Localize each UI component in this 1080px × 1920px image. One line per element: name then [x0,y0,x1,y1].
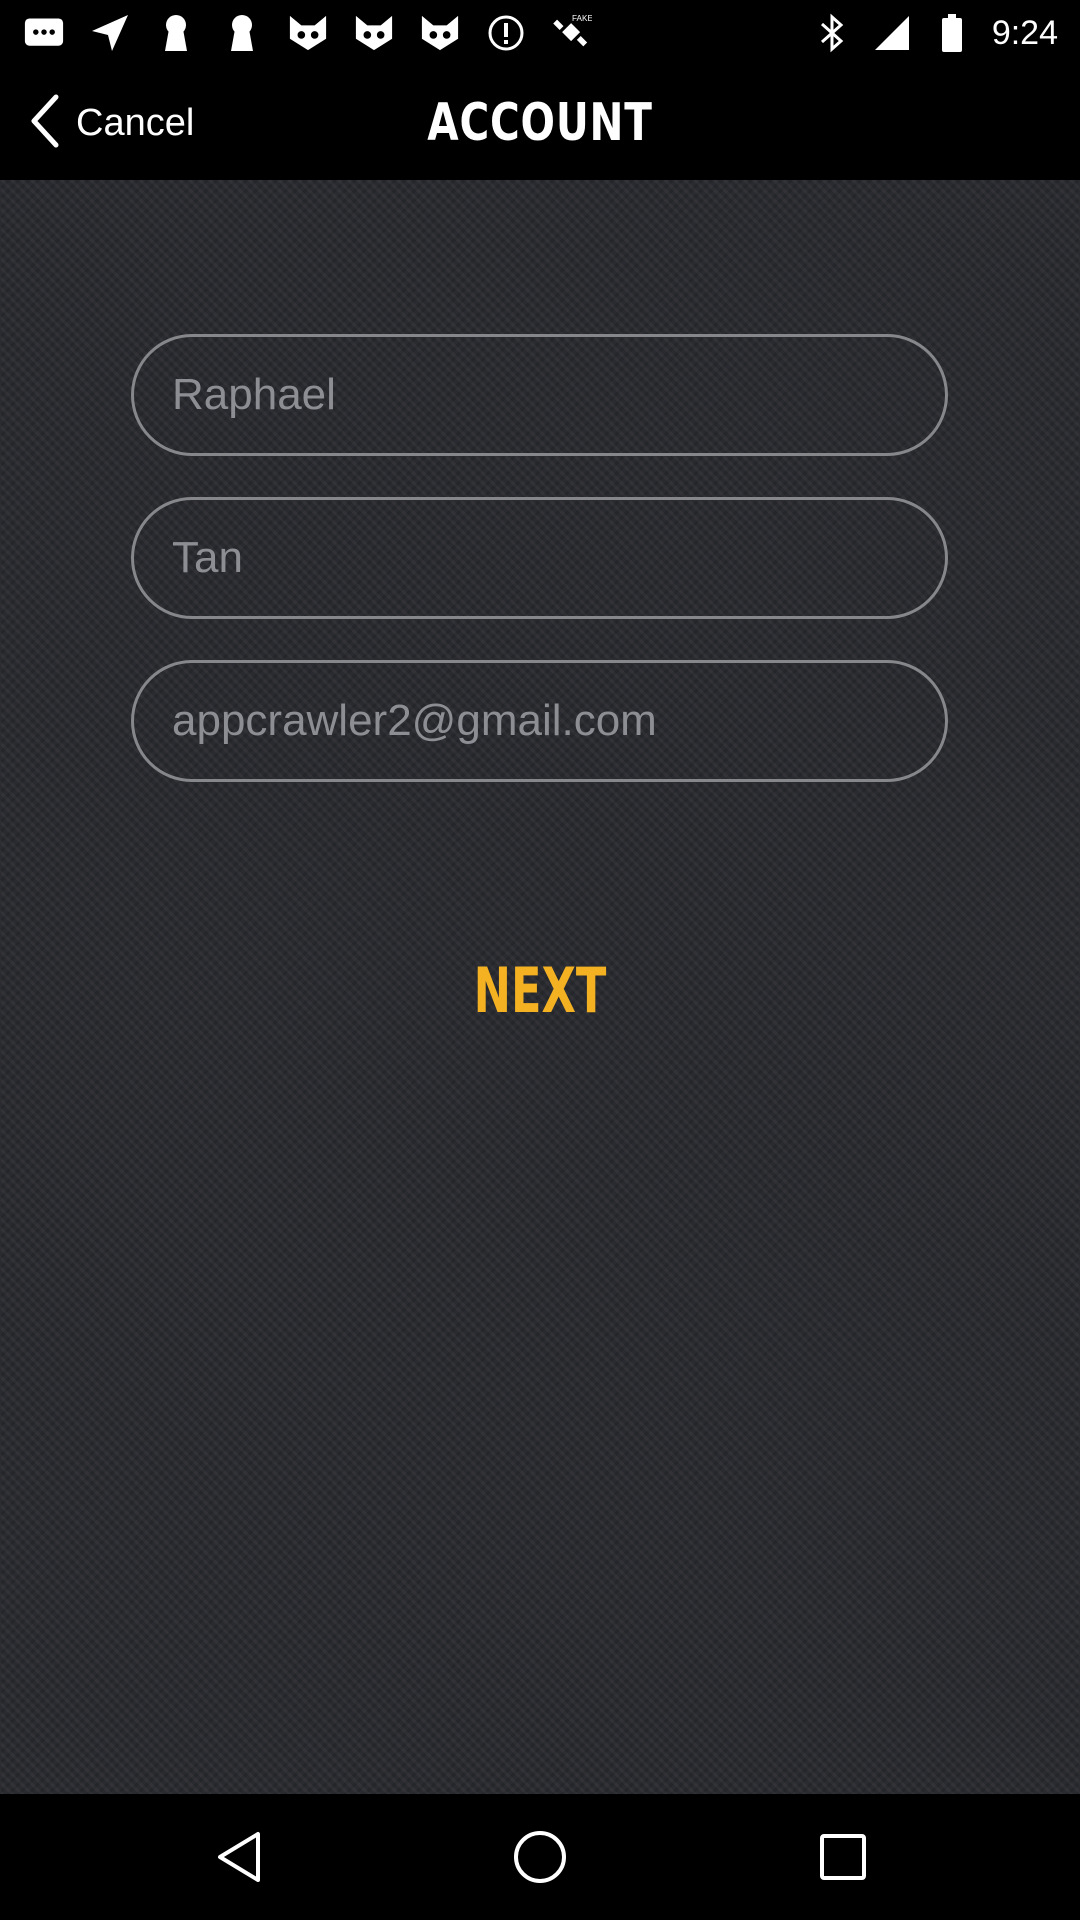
info-circle-icon [486,13,526,53]
navigation-bar [0,1794,1080,1920]
keyhole-icon [156,13,196,53]
next-button[interactable]: NEXT [151,940,929,1040]
cat-face-icon [420,13,460,53]
navigation-icon [90,13,130,53]
chevron-left-icon [28,93,62,154]
status-bar: FAKE 9:24 [0,0,1080,66]
svg-text:FAKE: FAKE [572,14,592,23]
last-name-field[interactable]: Tan [131,497,948,619]
signal-icon [872,13,912,53]
app-header: Cancel ACCOUNT [0,66,1080,180]
satellite-icon: FAKE [552,13,592,53]
email-field[interactable]: appcrawler2@gmail.com [131,660,948,782]
last-name-value: Tan [172,533,243,582]
cat-face-icon [288,13,328,53]
home-circle-icon[interactable] [510,1827,570,1887]
bluetooth-icon [812,13,852,53]
cat-face-icon [354,13,394,53]
recents-square-icon[interactable] [813,1827,873,1887]
status-clock: 9:24 [991,13,1058,52]
battery-icon [932,13,972,53]
keyhole-icon [222,13,262,53]
account-form: Raphael Tan appcrawler2@gmail.com NEXT [0,180,1080,1794]
email-value: appcrawler2@gmail.com [172,696,657,745]
first-name-value: Raphael [172,370,336,419]
message-icon [24,13,64,53]
page-title: ACCOUNT [427,93,653,153]
back-triangle-icon[interactable] [209,1827,269,1887]
first-name-field[interactable]: Raphael [131,334,948,456]
